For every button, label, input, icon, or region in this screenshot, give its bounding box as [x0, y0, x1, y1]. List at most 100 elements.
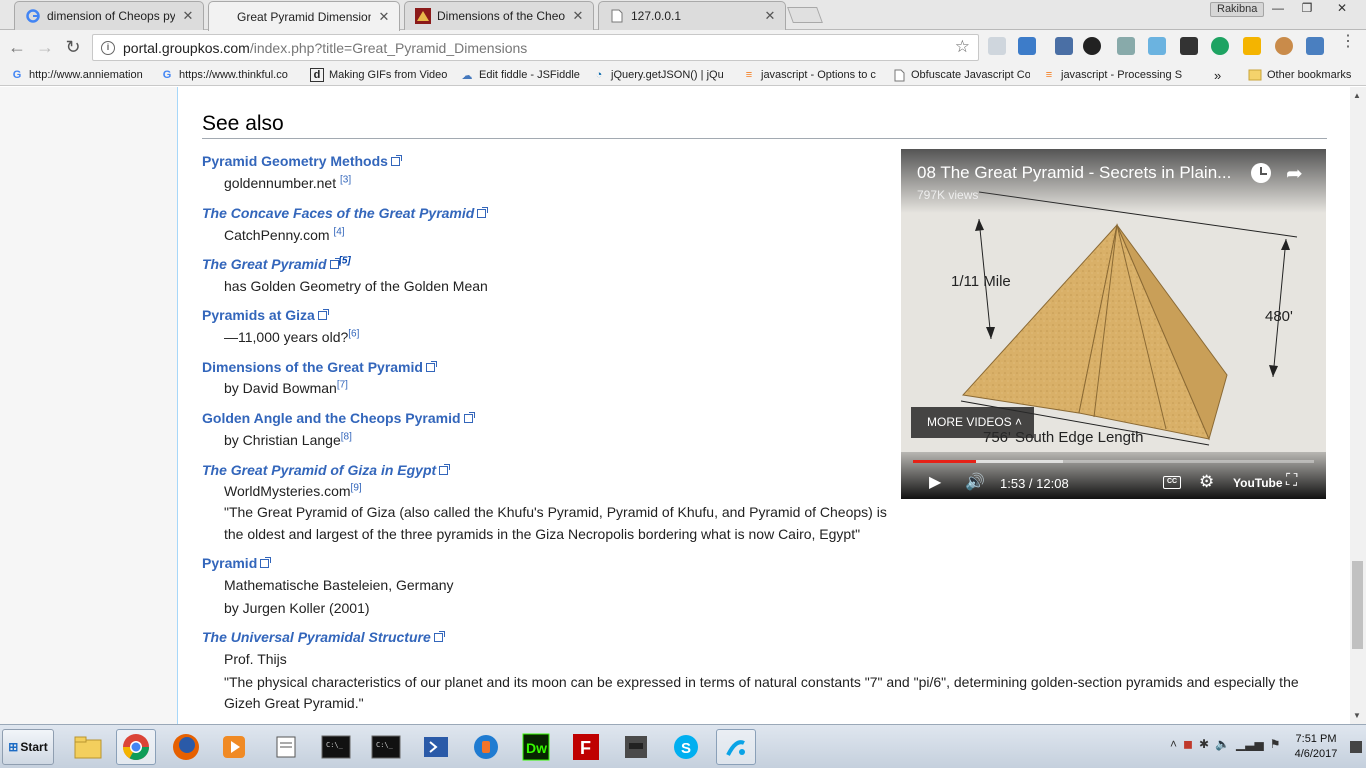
- notepad-icon[interactable]: [266, 729, 306, 765]
- fullscreen-icon[interactable]: ⛶: [1286, 472, 1297, 490]
- drive-icon[interactable]: [1243, 37, 1261, 55]
- youtube-video-embed[interactable]: 08 The Great Pyramid - Secrets in Plain.…: [901, 149, 1326, 499]
- game-icon[interactable]: [616, 729, 656, 765]
- chevron-up-icon[interactable]: ˄: [1170, 737, 1177, 751]
- skype-icon[interactable]: S: [666, 729, 706, 765]
- more-videos-button[interactable]: MORE VIDEOS ˄: [911, 407, 1034, 438]
- bookmark-item[interactable]: d Making GIFs from Video: [310, 66, 448, 84]
- volume-icon[interactable]: 🔊: [965, 472, 985, 492]
- link-pyramid[interactable]: Pyramid: [202, 555, 272, 571]
- close-icon[interactable]: ✕: [377, 9, 391, 25]
- minimize-button[interactable]: —: [1264, 0, 1292, 18]
- dreamweaver-icon[interactable]: Dw: [516, 729, 556, 765]
- media-player-icon[interactable]: [214, 729, 254, 765]
- captions-icon[interactable]: CC: [1163, 476, 1181, 489]
- bookmark-item[interactable]: ≡ javascript - Options to c: [742, 66, 880, 84]
- bookmark-star-icon[interactable]: ☆: [955, 37, 970, 57]
- tab-dimension-of-cheops[interactable]: dimension of Cheops pyram ✕: [14, 1, 204, 30]
- link-great-pyramid-of-giza[interactable]: The Great Pyramid of Giza in Egypt: [202, 462, 451, 478]
- extension-icon[interactable]: [988, 37, 1006, 55]
- entry-author: Prof. Thijs: [224, 651, 287, 667]
- powershell-icon[interactable]: [416, 729, 456, 765]
- bookmark-item[interactable]: Ghttps://www.thinkful.co: [160, 66, 298, 84]
- citation-link[interactable]: [8]: [341, 431, 352, 442]
- flag-icon[interactable]: ⚑: [1270, 737, 1281, 751]
- bookmark-item[interactable]: ≡ javascript - Processing S: [1042, 66, 1182, 84]
- video-title[interactable]: 08 The Great Pyramid - Secrets in Plain.…: [917, 163, 1231, 183]
- extension-icon[interactable]: [1180, 37, 1198, 55]
- scrollbar-thumb[interactable]: [1352, 561, 1363, 649]
- bookmark-item[interactable]: ◔ jQuery.getJSON() | jQu: [592, 66, 730, 84]
- entry-source: goldennumber.net [3]: [224, 174, 352, 191]
- app-icon[interactable]: [466, 729, 506, 765]
- system-clock[interactable]: 7:51 PM 4/6/2017: [1290, 732, 1342, 762]
- entry-quote: Gizeh Great Pyramid.": [224, 695, 364, 711]
- settings-gear-icon[interactable]: ⚙: [1199, 472, 1214, 492]
- link-concave-faces[interactable]: The Concave Faces of the Great Pyramid: [202, 205, 489, 221]
- link-dimensions-of-the-great-pyramid[interactable]: Dimensions of the Great Pyramid: [202, 359, 437, 375]
- citation-link[interactable]: [9]: [351, 482, 362, 493]
- extension-icon[interactable]: [1083, 37, 1101, 55]
- firefox-icon[interactable]: [166, 729, 206, 765]
- watch-later-icon[interactable]: [1251, 163, 1271, 183]
- link-universal-pyramidal-structure[interactable]: The Universal Pyramidal Structure: [202, 629, 445, 645]
- tab-localhost[interactable]: 127.0.0.1 ✕: [598, 1, 786, 30]
- bookmarks-overflow-button[interactable]: »: [1214, 66, 1228, 84]
- link-golden-angle[interactable]: Golden Angle and the Cheops Pyramid: [202, 410, 475, 426]
- volume-icon[interactable]: 🔈: [1215, 737, 1230, 751]
- menu-icon[interactable]: ⋮: [1340, 34, 1356, 58]
- extension-icon[interactable]: [1148, 37, 1166, 55]
- progress-bar[interactable]: [913, 460, 1314, 463]
- back-button[interactable]: ←: [6, 36, 28, 58]
- signal-icon[interactable]: ▁▃▅: [1236, 737, 1264, 751]
- bookmark-item[interactable]: ☁ Edit fiddle - JSFiddle: [460, 66, 582, 84]
- link-pyramids-at-giza[interactable]: Pyramids at Giza: [202, 307, 329, 323]
- bookmark-item[interactable]: Obfuscate Javascript Co: [892, 66, 1030, 84]
- cmd-icon[interactable]: C:\_: [316, 729, 356, 765]
- bookmark-item[interactable]: Ghttp://www.anniemation: [10, 66, 150, 84]
- file-explorer-icon[interactable]: [68, 729, 108, 765]
- security-icon[interactable]: ◼: [1183, 737, 1193, 751]
- video-views: 797K views: [917, 188, 979, 202]
- info-icon[interactable]: i: [101, 40, 115, 55]
- extension-icon[interactable]: [1117, 37, 1135, 55]
- new-tab-button[interactable]: [787, 7, 823, 23]
- maximize-button[interactable]: ❐: [1293, 0, 1321, 18]
- close-window-button[interactable]: ✕: [1322, 0, 1362, 18]
- link-the-great-pyramid[interactable]: The Great Pyramid [5]: [202, 256, 351, 272]
- extension-icon[interactable]: [1211, 37, 1229, 55]
- youtube-logo[interactable]: YouTube: [1233, 476, 1283, 490]
- close-icon[interactable]: ✕: [181, 8, 195, 24]
- citation-link[interactable]: [3]: [340, 174, 351, 185]
- link-pyramid-geometry-methods[interactable]: Pyramid Geometry Methods: [202, 153, 402, 169]
- tab-dimensions-of-the-cheops[interactable]: Dimensions of the Cheops ✕: [404, 1, 594, 30]
- google-icon: [25, 8, 41, 24]
- vertical-scrollbar[interactable]: ▲ ▼: [1350, 87, 1366, 724]
- bluetooth-icon[interactable]: ✱: [1199, 737, 1209, 751]
- reload-button[interactable]: ↻: [62, 36, 84, 58]
- notification-icon[interactable]: [1350, 741, 1362, 753]
- address-bar[interactable]: i portal.groupkos.com/index.php?title=Gr…: [92, 34, 979, 61]
- other-bookmarks[interactable]: Other bookmarks: [1248, 66, 1358, 84]
- chrome-icon[interactable]: [116, 729, 156, 765]
- forward-button[interactable]: →: [34, 36, 56, 58]
- cookie-icon[interactable]: [1275, 37, 1293, 55]
- profile-button[interactable]: Rakibna: [1210, 2, 1265, 17]
- citation-link[interactable]: [7]: [337, 379, 348, 390]
- scroll-down-icon[interactable]: ▼: [1353, 711, 1361, 720]
- share-icon[interactable]: ➦: [1286, 161, 1303, 186]
- extension-icon[interactable]: [1055, 37, 1073, 55]
- filezilla-icon[interactable]: F: [566, 729, 606, 765]
- play-icon[interactable]: ▶: [929, 472, 941, 492]
- extension-icon[interactable]: [1306, 37, 1324, 55]
- citation-link[interactable]: [6]: [348, 328, 359, 339]
- extension-icon[interactable]: [1018, 37, 1036, 55]
- telenor-icon[interactable]: [716, 729, 756, 765]
- scroll-up-icon[interactable]: ▲: [1353, 91, 1361, 100]
- tab-great-pyramid-dimensions[interactable]: Great Pyramid Dimensions ✕: [208, 1, 400, 31]
- start-button[interactable]: ⊞ Start: [2, 729, 54, 765]
- close-icon[interactable]: ✕: [571, 8, 585, 24]
- cmd-icon[interactable]: C:\_: [366, 729, 406, 765]
- close-icon[interactable]: ✕: [763, 8, 777, 24]
- citation-link[interactable]: [4]: [333, 226, 344, 237]
